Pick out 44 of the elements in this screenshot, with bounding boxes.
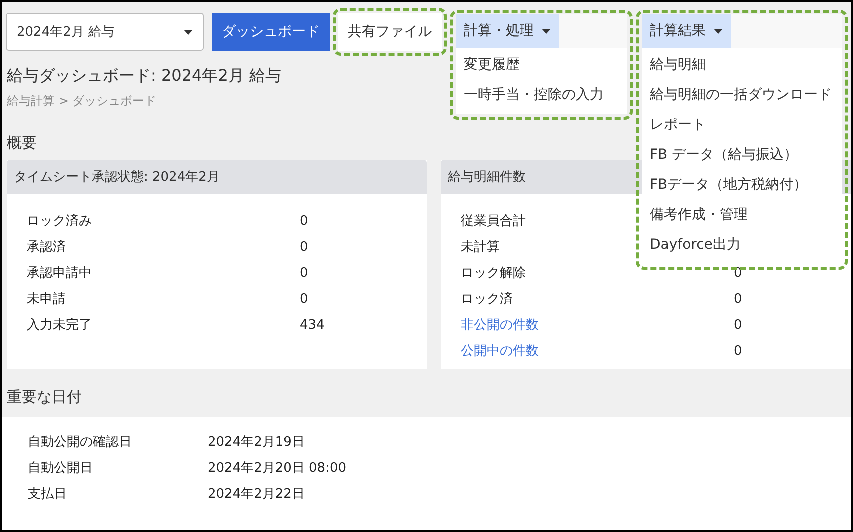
stat-label: 入力未完了 xyxy=(27,318,92,333)
stat-value: 0 xyxy=(300,266,308,280)
stat-link[interactable]: 公開中の件数 xyxy=(461,344,539,359)
date-value: 2024年2月19日 xyxy=(208,434,305,451)
stat-label: ロック解除 xyxy=(461,266,526,281)
page-title: 給与ダッシュボード: 2024年2月 給与 xyxy=(7,66,282,87)
stat-value: 0 xyxy=(300,214,308,228)
menu-item[interactable]: 変更履歴 xyxy=(456,50,528,80)
stat-value: 0 xyxy=(734,344,742,358)
date-label: 自動公開の確認日 xyxy=(28,435,132,450)
caret-icon xyxy=(542,28,551,34)
stat-label: 未計算 xyxy=(461,240,500,255)
menu-item[interactable]: 給与明細の一括ダウンロード xyxy=(642,80,840,110)
stat-label: 承認済 xyxy=(27,240,66,255)
stat-label: ロック済 xyxy=(461,292,513,307)
period-select[interactable]: 2024年2月 給与 xyxy=(6,13,204,51)
stat-value: 0 xyxy=(300,292,308,306)
date-value: 2024年2月22日 xyxy=(208,486,305,503)
stat-label: ロック済み xyxy=(27,214,92,229)
nav-tab[interactable]: ダッシュボード xyxy=(212,13,330,51)
stat-value: 0 xyxy=(734,292,742,306)
menu-item[interactable]: レポート xyxy=(642,110,714,140)
stat-value: 0 xyxy=(300,240,308,254)
date-label: 自動公開日 xyxy=(28,461,93,476)
card-title: タイムシート承認状態: 2024年2月 xyxy=(7,160,427,194)
menu-item[interactable]: Dayforce出力 xyxy=(642,230,749,260)
stat-link[interactable]: 非公開の件数 xyxy=(461,318,539,333)
section-heading: 重要な日付 xyxy=(6,386,83,408)
date-value: 2024年2月20日 08:00 xyxy=(208,460,346,477)
dropdown-menu[interactable]: 計算・処理 xyxy=(456,14,559,48)
menu-item[interactable]: 給与明細 xyxy=(642,50,714,80)
date-label: 支払日 xyxy=(28,487,67,502)
nav-tab[interactable]: 共有ファイル xyxy=(338,13,442,51)
stat-value: 434 xyxy=(300,318,325,332)
stat-label: 承認申請中 xyxy=(27,266,92,281)
stat-label: 未申請 xyxy=(27,292,66,307)
dropdown-menu[interactable]: 計算結果 xyxy=(642,14,731,48)
section-heading: 概要 xyxy=(7,134,37,153)
stat-label: 従業員合計 xyxy=(461,214,526,229)
stat-value: 0 xyxy=(734,318,742,332)
menu-item[interactable]: 一時手当・控除の入力 xyxy=(456,80,612,110)
menu-item[interactable]: 備考作成・管理 xyxy=(642,200,756,230)
caret-icon xyxy=(184,30,193,34)
caret-icon xyxy=(714,28,723,34)
